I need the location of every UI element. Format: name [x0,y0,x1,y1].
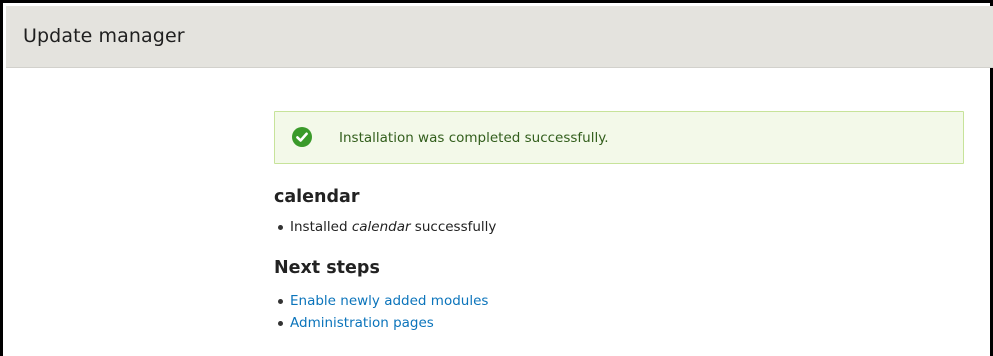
project-heading: calendar [274,187,360,207]
administration-pages-link[interactable]: Administration pages [290,315,434,331]
status-message-success: Installation was completed successfully. [274,111,964,164]
status-message-text: Installation was completed successfully. [339,130,609,146]
installed-module-name: calendar [351,219,411,235]
main-content: Installation was completed successfully.… [274,111,964,331]
next-steps-heading: Next steps [274,258,380,278]
check-circle-icon [292,127,312,147]
enable-modules-link[interactable]: Enable newly added modules [290,293,488,309]
next-step-item: Administration pages [274,312,488,334]
page-header: Update manager [6,6,993,68]
install-results-list: Installed calendar successfully [274,216,496,238]
page-title: Update manager [23,25,185,47]
next-step-item: Enable newly added modules [274,290,488,312]
install-result-item: Installed calendar successfully [274,216,496,238]
install-result-prefix: Installed [290,219,352,235]
page-frame: Update manager Installation was complete… [0,0,993,356]
next-steps-list: Enable newly added modules Administratio… [274,290,488,334]
install-result-suffix: successfully [410,219,497,235]
